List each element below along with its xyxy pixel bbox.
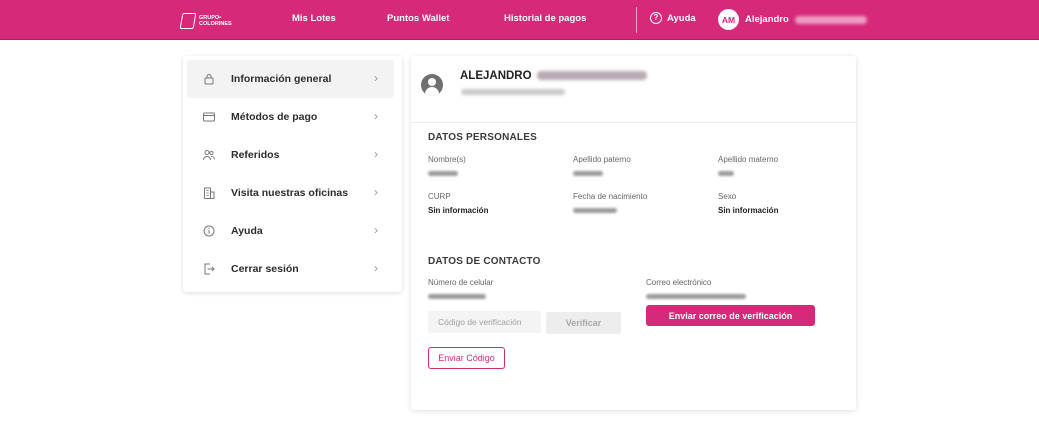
- sidebar-item-label: Referidos: [231, 149, 280, 161]
- logout-icon: [204, 263, 215, 275]
- sidebar-item-ayuda[interactable]: Ayuda ›: [187, 212, 394, 250]
- lock-icon: [204, 74, 214, 85]
- chevron-right-icon: ›: [374, 185, 378, 199]
- sidebar-item-label: Visita nuestras oficinas: [231, 187, 349, 199]
- info-circle-icon: [203, 225, 215, 237]
- sidebar-item-cerrar-sesion[interactable]: Cerrar sesión ›: [187, 250, 394, 288]
- send-verification-email-button[interactable]: Enviar correo de verificación: [646, 305, 815, 326]
- company-logo[interactable]: GRUPO• COLORINES: [179, 9, 241, 33]
- profile-first-name: ALEJANDRO: [460, 70, 532, 82]
- profile-surname-redacted: [536, 71, 647, 81]
- nav-puntos-wallet[interactable]: Puntos Wallet: [387, 13, 449, 24]
- nav-divider: [636, 7, 637, 33]
- value-apellido-materno-redacted: [718, 171, 734, 176]
- sidebar-item-label: Cerrar sesión: [231, 263, 299, 275]
- sidebar-item-metodos-de-pago[interactable]: Métodos de pago ›: [187, 98, 394, 136]
- label-nombre: Nombre(s): [428, 155, 466, 164]
- value-correo-redacted: [646, 294, 746, 299]
- verification-code-input[interactable]: [428, 311, 541, 333]
- user-menu[interactable]: AM Alejandro: [718, 9, 867, 30]
- sidebar-item-referidos[interactable]: Referidos ›: [187, 136, 394, 174]
- section-title-personal: DATOS PERSONALES: [428, 132, 537, 143]
- nav-help[interactable]: ? Ayuda: [650, 12, 696, 24]
- value-numero-celular-redacted: [428, 294, 486, 299]
- help-label: Ayuda: [667, 12, 696, 24]
- building-icon: [204, 187, 215, 199]
- value-sexo: Sin información: [718, 206, 779, 215]
- user-profile-icon: [421, 74, 443, 96]
- sidebar-item-label: Información general: [231, 73, 332, 85]
- logo-mark-icon: [179, 13, 197, 29]
- user-surname-redacted: [794, 15, 867, 24]
- nav-mis-lotes[interactable]: Mis Lotes: [292, 13, 336, 24]
- avatar: AM: [718, 9, 739, 30]
- nav-historial-de-pagos[interactable]: Historial de pagos: [504, 13, 586, 24]
- top-navbar: GRUPO• COLORINES Mis Lotes Puntos Wallet…: [0, 0, 1039, 40]
- label-numero-celular: Número de celular: [428, 278, 494, 287]
- sidebar-item-label: Métodos de pago: [231, 111, 318, 123]
- verify-button[interactable]: Verificar: [546, 312, 621, 334]
- credit-card-icon: [203, 112, 215, 122]
- label-curp: CURP: [428, 192, 451, 201]
- chevron-right-icon: ›: [374, 261, 378, 275]
- label-apellido-paterno: Apellido paterno: [573, 155, 631, 164]
- help-circle-icon: ?: [650, 12, 662, 24]
- value-fecha-nacimiento-redacted: [573, 208, 617, 213]
- user-name: Alejandro: [745, 14, 789, 25]
- value-curp: Sin información: [428, 206, 489, 215]
- profile-email-redacted: [461, 89, 565, 95]
- chevron-right-icon: ›: [374, 147, 378, 161]
- label-correo-electronico: Correo electrónico: [646, 278, 712, 287]
- chevron-right-icon: ›: [374, 223, 378, 237]
- card-divider: [411, 122, 856, 123]
- chevron-right-icon: ›: [374, 71, 378, 85]
- value-apellido-paterno-redacted: [573, 171, 603, 176]
- sidebar-item-informacion-general[interactable]: Información general ›: [187, 60, 394, 98]
- send-code-button[interactable]: Enviar Código: [428, 347, 505, 369]
- label-fecha-nacimiento: Fecha de nacimiento: [573, 192, 648, 201]
- account-sidebar: Información general › Métodos de pago › …: [183, 56, 402, 292]
- sidebar-item-label: Ayuda: [231, 225, 263, 237]
- value-nombre-redacted: [428, 171, 458, 176]
- profile-card: ALEJANDRO DATOS PERSONALES Nombre(s) Ape…: [411, 56, 856, 410]
- logo-line-2: COLORINES: [199, 21, 232, 27]
- users-icon: [203, 150, 215, 161]
- profile-name: ALEJANDRO: [460, 70, 647, 82]
- chevron-right-icon: ›: [374, 109, 378, 123]
- logo-text: GRUPO• COLORINES: [199, 15, 232, 27]
- label-sexo: Sexo: [718, 192, 737, 201]
- section-title-contacto: DATOS DE CONTACTO: [428, 256, 541, 267]
- sidebar-item-visita-oficinas[interactable]: Visita nuestras oficinas ›: [187, 174, 394, 212]
- label-apellido-materno: Apellido materno: [718, 155, 779, 164]
